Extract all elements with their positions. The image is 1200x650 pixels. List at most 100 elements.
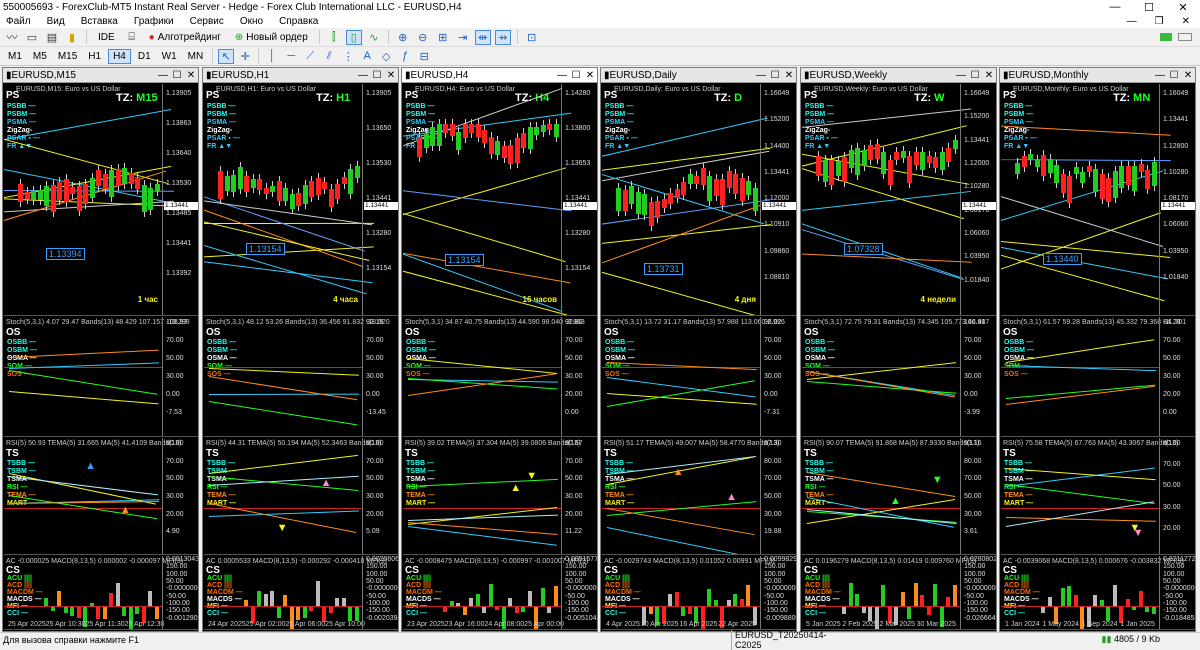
cs-plot[interactable]: AC -0.0008475 MACD(8,13,5) -0.000997 -0.… xyxy=(403,556,588,629)
cs-plot[interactable]: AC -0.0029743 MACD(8,13,5) 0.01052 0.009… xyxy=(602,556,775,629)
chart-close-icon[interactable]: ✕ xyxy=(1181,70,1195,81)
ts-pane[interactable]: RSI(5) 75.58 TEMA(5) 67.763 MA(5) 43.306… xyxy=(1001,438,1195,555)
os-pane[interactable]: Stoch(5,3,1) 34.87 40.75 Bands(13) 44.59… xyxy=(403,317,597,437)
price-pane[interactable]: EURUSD,M15: Euro vs US Dollar PS PSBB — PSB… xyxy=(4,84,198,316)
chart-window-0[interactable]: ▮ EURUSD,M15— ☐ ✕ EURUSD,M15: Euro vs US Do… xyxy=(2,67,199,632)
price-plot[interactable]: EURUSD,H1: Euro vs US Dollar PS PSBB — PSBM… xyxy=(204,84,375,315)
chart-window-4[interactable]: ▮ EURUSD,Weekly — ☐ ✕ EURUSD,Weekly: Euro vs… xyxy=(800,67,997,632)
ts-pane[interactable]: RSI(5) 50.93 TEMA(5) 31.665 MA(5) 41.410… xyxy=(4,438,198,555)
chart-window-5[interactable]: ▮ EURUSD,Monthly — ☐ ✕ EURUSD,Monthly: Euro … xyxy=(999,67,1196,632)
chart-window-header[interactable]: ▮ EURUSD,M15— ☐ ✕ xyxy=(3,68,198,83)
ts-pane[interactable]: RSI(5) 51.17 TEMA(5) 49.007 MA(5) 58.477… xyxy=(602,438,796,555)
close-icon[interactable]: ✕ xyxy=(1166,1,1200,14)
line-chart-icon[interactable]: ∿ xyxy=(366,30,382,45)
ts-plot[interactable]: RSI(5) 39.02 TEMA(5) 37.304 MA(5) 39.080… xyxy=(403,438,580,554)
price-plot[interactable]: EURUSD,Daily: Euro vs US Dollar PS PSBB — P… xyxy=(602,84,771,315)
cs-plot[interactable]: AC 0.0196279 MACD(8,13,5) 0.01419 0.0097… xyxy=(802,556,976,629)
os-plot[interactable]: Stoch(5,3,1) 34.87 40.75 Bands(13) 44.59… xyxy=(403,317,585,436)
chart-maximize-icon[interactable]: ☐ xyxy=(1167,70,1181,81)
chart-window-header[interactable]: ▮ EURUSD,H1— ☐ ✕ xyxy=(203,68,398,83)
chart-minimize-icon[interactable]: — xyxy=(555,70,569,81)
os-plot[interactable]: Stoch(5,3,1) 13.72 31.17 Bands(13) 57.98… xyxy=(602,317,785,436)
chart-close-icon[interactable]: ✕ xyxy=(583,70,597,81)
price-plot[interactable]: EURUSD,Weekly: Euro vs US Dollar PS PSBB —… xyxy=(802,84,972,315)
os-pane[interactable]: Stoch(5,3,1) 13.72 31.17 Bands(13) 57.98… xyxy=(602,317,796,437)
ts-pane[interactable]: RSI(5) 90.07 TEMA(5) 91.868 MA(5) 87.933… xyxy=(802,438,996,555)
ide-button[interactable]: IDE xyxy=(93,30,120,45)
chart-minimize-icon[interactable]: — xyxy=(954,70,968,81)
os-plot[interactable]: Stoch(5,3,1) 4.07 29.47 Bands(13) 48.429… xyxy=(4,317,190,436)
ts-pane[interactable]: RSI(5) 39.02 TEMA(5) 37.304 MA(5) 39.080… xyxy=(403,438,597,555)
os-pane[interactable]: Stoch(5,3,1) 61.57 59.28 Bands(13) 45.33… xyxy=(1001,317,1195,437)
candle-chart-icon[interactable]: ▯ xyxy=(345,29,362,45)
maximize-icon[interactable]: ☐ xyxy=(1132,1,1166,14)
cs-pane[interactable]: AC 0.0196279 MACD(8,13,5) 0.01419 0.0097… xyxy=(802,556,996,630)
price-plot[interactable]: EURUSD,H4: Euro vs US Dollar PS PSBB — PSBM… xyxy=(403,84,572,315)
chart-window-header[interactable]: ▮ EURUSD,Weekly — ☐ ✕ xyxy=(801,68,996,83)
price-plot[interactable]: EURUSD,M15: Euro vs US Dollar PS PSBB — PSB… xyxy=(4,84,175,315)
bar-chart-icon[interactable]: ⫿ xyxy=(326,30,342,45)
tf-w1[interactable]: W1 xyxy=(158,49,181,64)
algotrading-button[interactable]: ● Алготрейдинг xyxy=(144,30,226,45)
os-pane[interactable]: Stoch(5,3,1) 72.75 79.31 Bands(13) 74.34… xyxy=(802,317,996,437)
tf-m5[interactable]: M5 xyxy=(29,49,51,64)
chart-maximize-icon[interactable]: ☐ xyxy=(569,70,583,81)
chart-close-icon[interactable]: ✕ xyxy=(782,70,796,81)
cs-pane[interactable]: AC -0.0008475 MACD(8,13,5) -0.000997 -0.… xyxy=(403,556,597,630)
menu-charts[interactable]: Графики xyxy=(134,16,174,27)
chart-window-1[interactable]: ▮ EURUSD,H1— ☐ ✕ EURUSD,H1: Euro vs US Doll… xyxy=(202,67,399,632)
cs-plot[interactable]: AC -0.0039068 MACD(8,13,5) 0.000676 -0.0… xyxy=(1001,556,1184,629)
fibo-icon[interactable]: ⋮ xyxy=(340,49,356,64)
os-pane[interactable]: Stoch(5,3,1) 48.12 53.26 Bands(13) 36.45… xyxy=(204,317,398,437)
chart-maximize-icon[interactable]: ☐ xyxy=(370,70,384,81)
cs-pane[interactable]: AC -0.0029743 MACD(8,13,5) 0.01052 0.009… xyxy=(602,556,796,630)
menu-insert[interactable]: Вставка xyxy=(81,16,118,27)
os-pane[interactable]: Stoch(5,3,1) 4.07 29.47 Bands(13) 48.429… xyxy=(4,317,198,437)
child-minimize-icon[interactable]: — xyxy=(1127,16,1137,27)
text-icon[interactable]: A xyxy=(359,49,375,64)
zoom-in-icon[interactable]: ⊕ xyxy=(395,30,411,45)
trend-line-icon[interactable]: ⟋ xyxy=(302,49,318,64)
price-pane[interactable]: EURUSD,H1: Euro vs US Dollar PS PSBB — PSBM… xyxy=(204,84,398,316)
child-restore-icon[interactable]: ❐ xyxy=(1155,16,1164,27)
channel-icon[interactable]: ⫽ xyxy=(321,49,337,64)
chart-shift2-icon[interactable]: ⇸ xyxy=(494,29,511,45)
cs-pane[interactable]: AC -0.000025 MACD(8,13,5) 0.000002 -0.00… xyxy=(4,556,198,630)
cs-pane[interactable]: AC 0.0005533 MACD(8,13,5) -0.000292 -0.0… xyxy=(204,556,398,630)
chart-window-3[interactable]: ▮ EURUSD,Daily — ☐ ✕ EURUSD,Daily: Euro vs U… xyxy=(600,67,797,632)
chart-minimize-icon[interactable]: — xyxy=(356,70,370,81)
new-order-button[interactable]: ⊕ Новый ордер xyxy=(230,30,313,45)
ts-plot[interactable]: RSI(5) 90.07 TEMA(5) 91.868 MA(5) 87.933… xyxy=(802,438,979,554)
tf-h1[interactable]: H1 xyxy=(84,49,105,64)
menu-help[interactable]: Справка xyxy=(279,16,318,27)
chart-close-icon[interactable]: ✕ xyxy=(184,70,198,81)
profiles-icon[interactable]: ▭ xyxy=(24,30,40,45)
templates-icon[interactable]: ▤ xyxy=(44,30,60,45)
os-plot[interactable]: Stoch(5,3,1) 72.75 79.31 Bands(13) 74.34… xyxy=(802,317,989,436)
ts-plot[interactable]: RSI(5) 44.31 TEMA(5) 50.194 MA(5) 52.346… xyxy=(204,438,381,554)
price-pane[interactable]: EURUSD,H4: Euro vs US Dollar PS PSBB — PSBM… xyxy=(403,84,597,316)
crosshair-icon[interactable]: ✛ xyxy=(237,49,253,64)
price-pane[interactable]: EURUSD,Weekly: Euro vs US Dollar PS PSBB —… xyxy=(802,84,996,316)
chart-window-2[interactable]: ▮ EURUSD,H4— ☐ ✕ EURUSD,H4: Euro vs US Doll… xyxy=(401,67,598,632)
chart-window-header[interactable]: ▮ EURUSD,Daily — ☐ ✕ xyxy=(601,68,796,83)
wallet-icon[interactable]: ▮ xyxy=(64,30,80,45)
chart-close-icon[interactable]: ✕ xyxy=(982,70,996,81)
indicators-icon[interactable]: ƒ xyxy=(397,49,413,64)
menu-window[interactable]: Окно xyxy=(240,16,263,27)
os-plot[interactable]: Stoch(5,3,1) 48.12 53.26 Bands(13) 36.45… xyxy=(204,317,390,436)
cs-plot[interactable]: AC 0.0005533 MACD(8,13,5) -0.000292 -0.0… xyxy=(204,556,387,629)
chart-maximize-icon[interactable]: ☐ xyxy=(968,70,982,81)
chart-close-icon[interactable]: ✕ xyxy=(384,70,398,81)
autoscroll-icon[interactable]: ⇥ xyxy=(455,30,471,45)
chart-minimize-icon[interactable]: — xyxy=(754,70,768,81)
objects-icon[interactable]: ⊟ xyxy=(416,49,432,64)
ts-plot[interactable]: RSI(5) 51.17 TEMA(5) 49.007 MA(5) 58.477… xyxy=(602,438,779,554)
chart-minimize-icon[interactable]: — xyxy=(156,70,170,81)
cursor-icon[interactable]: ↖ xyxy=(218,48,235,64)
chart-window-header[interactable]: ▮ EURUSD,H4— ☐ ✕ xyxy=(402,68,597,83)
menu-file[interactable]: Файл xyxy=(6,16,31,27)
market-icon[interactable]: ⌸ xyxy=(124,30,140,45)
chart-maximize-icon[interactable]: ☐ xyxy=(170,70,184,81)
shapes-icon[interactable]: ◇ xyxy=(378,49,394,64)
